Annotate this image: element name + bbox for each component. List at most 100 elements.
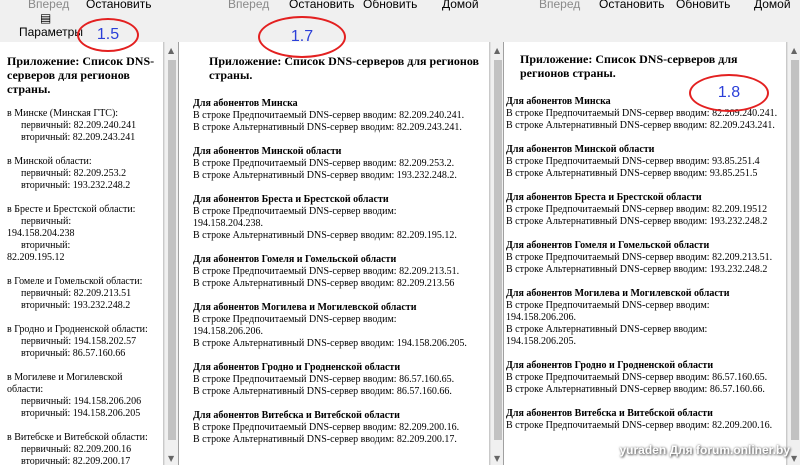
stop-button[interactable]: Остановить [86, 0, 152, 11]
scroll-up-arrow-icon[interactable]: ▲ [791, 46, 797, 55]
dns-line: В строке Предпочитаемый DNS-сервер вводи… [193, 110, 465, 121]
stop-button[interactable]: Остановить [289, 0, 355, 11]
dns-line: В строке Предпочитаемый DNS-сервер вводи… [506, 300, 710, 311]
dns-line: В строке Альтернативный DNS-сервер вводи… [506, 168, 758, 179]
dns-region-entry: Для абонентов Минска В строке Предпочитае… [179, 98, 489, 134]
scroll-down-arrow-icon[interactable]: ▼ [494, 454, 500, 463]
settings-sheet-icon[interactable]: ▤ [40, 11, 51, 25]
region-heading: Для абонентов Минской области [193, 146, 342, 157]
region-heading: в Бресте и Брестской области: [7, 204, 136, 215]
region-heading: в Минске (Минская ГТС): [7, 108, 119, 119]
scroll-up-arrow-icon[interactable]: ▲ [494, 46, 500, 55]
vertical-scrollbar[interactable]: ▲ ▼ [490, 42, 503, 465]
dns-line: В строке Альтернативный DNS-сервер вводи… [193, 338, 467, 349]
region-heading: Для абонентов Гомеля и Гомельской област… [193, 254, 397, 265]
dns-line: вторичный: 193.232.248.2 [21, 180, 131, 191]
refresh-button[interactable]: Обновить [676, 0, 730, 11]
refresh-button[interactable]: Обновить [363, 0, 417, 11]
help-content: Приложение: Список DNS-серверов для реги… [0, 42, 164, 465]
dns-list: в Минске (Минская ГТС): первичный: 82.209… [0, 108, 163, 465]
dns-line: В строке Предпочитаемый DNS-сервер вводи… [193, 206, 397, 217]
dns-region-entry: в Минске (Минская ГТС): первичный: 82.209… [0, 108, 163, 144]
help-window-1: Вперед Остановить ▤ Параметры Приложение… [0, 0, 178, 465]
vertical-scrollbar[interactable]: ▲ ▼ [164, 42, 178, 465]
dns-line: вторичный: [21, 240, 71, 251]
dns-line: В строке Предпочитаемый DNS-сервер вводи… [506, 252, 773, 263]
forward-button[interactable]: Вперед [228, 0, 269, 11]
dns-line: вторичный: 193.232.248.2 [21, 300, 131, 311]
home-button[interactable]: Домой [754, 0, 791, 11]
toolbar: Вперед Остановить Обновить Домой [503, 0, 800, 14]
region-heading: Для абонентов Витебска и Витебской облас… [506, 408, 713, 419]
dns-region-entry: Для абонентов Минской области В строке Пр… [504, 144, 786, 180]
dns-line: В строке Предпочитаемый DNS-сервер вводи… [506, 420, 773, 431]
dns-line: В строке Предпочитаемый DNS-сервер вводи… [193, 158, 455, 169]
dns-line: В строке Предпочитаемый DNS-сервер вводи… [506, 204, 768, 215]
dns-line: 194.158.206.206. [506, 312, 576, 323]
dns-list: Для абонентов Минска В строке Предпочитае… [179, 98, 489, 446]
help-window-2: Вперед Остановить Обновить Домой Приложе… [178, 0, 503, 465]
dns-line: В строке Предпочитаемый DNS-сервер вводи… [193, 422, 460, 433]
dns-line: 82.209.195.12 [7, 252, 65, 263]
dns-region-entry: в Гродно и Гродненской области: первичный… [0, 324, 163, 360]
dns-region-entry: Для абонентов Гомеля и Гомельской област… [179, 254, 489, 290]
dns-line: В строке Предпочитаемый DNS-сервер вводи… [506, 156, 760, 167]
region-heading: в Гродно и Гродненской области: [7, 324, 148, 335]
dns-line: В строке Альтернативный DNS-сервер вводи… [193, 386, 452, 397]
dns-line: В строке Предпочитаемый DNS-сервер вводи… [193, 314, 397, 325]
annotation-1-5: 1.5 [77, 18, 139, 52]
dns-line: В строке Альтернативный DNS-сервер вводи… [193, 230, 457, 241]
dns-line: первичный: 194.158.206.206 [21, 396, 142, 407]
region-heading: Для абонентов Минской области [506, 144, 655, 155]
dns-region-entry: Для абонентов Витебска и Витебской облас… [504, 408, 786, 432]
options-button[interactable]: Параметры [19, 25, 83, 39]
dns-line: первичный: 82.209.253.2 [21, 168, 127, 179]
dns-region-entry: в Витебске и Витебской области: первичный… [0, 432, 163, 465]
dns-region-entry: в Могилеве и Могилевской области: первичн… [0, 372, 163, 420]
dns-line: В строке Альтернативный DNS-сервер вводи… [506, 264, 768, 275]
dns-line: В строке Альтернативный DNS-сервер вводи… [193, 170, 457, 181]
scroll-thumb[interactable] [494, 60, 502, 440]
region-heading: Для абонентов Могилева и Могилевской обл… [193, 302, 417, 313]
scroll-down-arrow-icon[interactable]: ▼ [791, 454, 797, 463]
region-heading: в Могилеве и Могилевской области: [7, 372, 123, 395]
scroll-up-arrow-icon[interactable]: ▲ [168, 46, 174, 55]
scroll-thumb[interactable] [168, 60, 176, 440]
toolbar: Вперед Остановить Обновить Домой [178, 0, 503, 14]
dns-line: первичный: 82.209.240.241 [21, 120, 137, 131]
forward-button[interactable]: Вперед [28, 0, 69, 11]
region-heading: в Гомеле и Гомельской области: [7, 276, 143, 287]
dns-region-entry: Для абонентов Могилева и Могилевской обл… [179, 302, 489, 350]
dns-line: первичный: 82.209.200.16 [21, 444, 132, 455]
region-heading: Для абонентов Бреста и Брестской области [193, 194, 389, 205]
dns-line: 194.158.204.238. [193, 218, 263, 229]
dns-line: вторичный: 82.209.243.241 [21, 132, 136, 143]
dns-line: 194.158.206.205. [506, 336, 576, 347]
dns-region-entry: Для абонентов Бреста и Брестской области… [179, 194, 489, 242]
dns-region-entry: Для абонентов Минской области В строке Пр… [179, 146, 489, 182]
help-content: Приложение: Список DNS-серверов для реги… [178, 42, 490, 465]
dns-line: В строке Альтернативный DNS-сервер вводи… [193, 434, 457, 445]
scroll-thumb[interactable] [791, 60, 799, 440]
dns-region-entry: Для абонентов Витебска и Витебской облас… [179, 410, 489, 446]
dns-line: В строке Предпочитаемый DNS-сервер вводи… [193, 266, 460, 277]
dns-line: В строке Альтернативный DNS-сервер вводи… [193, 278, 455, 289]
region-heading: Для абонентов Гродно и Гродненской облас… [506, 360, 714, 371]
region-heading: Для абонентов Бреста и Брестской области [506, 192, 702, 203]
region-heading: Для абонентов Гродно и Гродненской облас… [193, 362, 401, 373]
dns-region-entry: Для абонентов Гомеля и Гомельской област… [504, 240, 786, 276]
dns-line: 194.158.204.238 [7, 228, 75, 239]
dns-line: В строке Предпочитаемый DNS-сервер вводи… [193, 374, 455, 385]
region-heading: в Минской области: [7, 156, 92, 167]
home-button[interactable]: Домой [442, 0, 479, 11]
dns-region-entry: Для абонентов Могилева и Могилевской обл… [504, 288, 786, 348]
vertical-scrollbar[interactable]: ▲ ▼ [787, 42, 800, 465]
region-heading: Для абонентов Минска [193, 98, 298, 109]
dns-line: В строке Альтернативный DNS-сервер вводи… [506, 384, 765, 395]
forward-button[interactable]: Вперед [539, 0, 580, 11]
dns-line: вторичный: 82.209.200.17 [21, 456, 131, 465]
stop-button[interactable]: Остановить [599, 0, 665, 11]
dns-region-entry: в Гомеле и Гомельской области: первичный:… [0, 276, 163, 312]
dns-line: В строке Предпочитаемый DNS-сервер вводи… [506, 372, 768, 383]
scroll-down-arrow-icon[interactable]: ▼ [168, 454, 174, 463]
